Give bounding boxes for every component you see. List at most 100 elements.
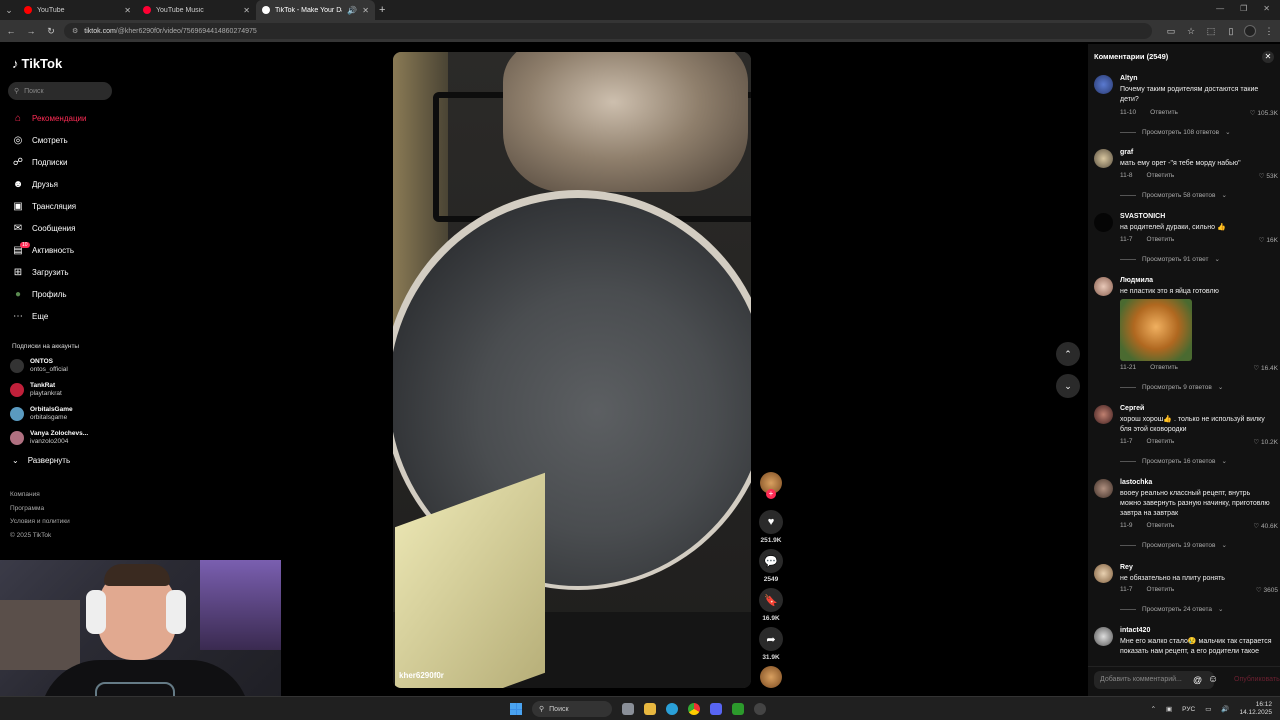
comment-likes[interactable]: ♡ 105.3K xyxy=(1250,109,1278,117)
mention-icon[interactable]: @ xyxy=(1193,675,1202,685)
bookmark-star-icon[interactable]: ☆ xyxy=(1184,26,1198,37)
nav-item-upload[interactable]: ⊞ Загрузить xyxy=(12,267,69,278)
video-author[interactable]: kher6290f0r xyxy=(399,671,444,680)
reply-button[interactable]: Ответить xyxy=(1147,586,1175,593)
account-item-orbitalsgame[interactable]: OrbitalsGame orbitalsgame xyxy=(10,406,73,422)
nav-item-explore[interactable]: ◎ Смотреть xyxy=(12,135,68,146)
clock[interactable]: 16:12 14.12.2025 xyxy=(1239,701,1272,717)
comment-likes[interactable]: ♡ 3605 xyxy=(1256,586,1278,594)
view-replies-button[interactable]: Просмотреть 58 ответов ⌄ xyxy=(1120,191,1227,199)
footer-program-link[interactable]: Программа xyxy=(10,502,70,516)
comment-likes[interactable]: ♡ 16.4K xyxy=(1253,364,1278,372)
cast-icon[interactable]: ▭ xyxy=(1164,26,1178,37)
reply-button[interactable]: Ответить xyxy=(1147,236,1175,243)
site-info-icon[interactable]: ⚙ xyxy=(72,27,78,35)
minimize-icon[interactable]: — xyxy=(1216,4,1224,13)
nav-item-more[interactable]: ⋯ Еще xyxy=(12,311,48,322)
footer-company-link[interactable]: Компания xyxy=(10,488,70,502)
comment-user[interactable]: Rey xyxy=(1120,564,1133,571)
extensions-icon[interactable]: ⬚ xyxy=(1204,26,1218,37)
nav-item-messages[interactable]: ✉ Сообщения xyxy=(12,223,76,234)
avatar[interactable] xyxy=(1094,479,1113,498)
search-input[interactable]: ⚲ Поиск xyxy=(8,82,112,100)
nav-item-profile[interactable]: ● Профиль xyxy=(12,289,67,300)
nav-item-activity[interactable]: ▤ 10 Активность xyxy=(12,242,74,256)
tray-chevron-up-icon[interactable]: ⌃ xyxy=(1151,705,1156,713)
comment-image[interactable] xyxy=(1120,299,1192,361)
reply-button[interactable]: Ответить xyxy=(1147,172,1175,179)
comment-likes[interactable]: ♡ 16K xyxy=(1259,236,1278,244)
comment-likes[interactable]: ♡ 53K xyxy=(1259,172,1278,180)
tab-youtube-music[interactable]: YouTube Music ✕ xyxy=(137,0,256,20)
expand-accounts-button[interactable]: ⌄ Развернуть xyxy=(12,456,70,465)
nav-item-live[interactable]: ▣ Трансляция xyxy=(12,201,76,212)
obs-icon[interactable] xyxy=(754,703,766,715)
comment-user[interactable]: intact420 xyxy=(1120,627,1150,634)
file-explorer-icon[interactable] xyxy=(644,703,656,715)
new-tab-icon[interactable]: + xyxy=(379,4,385,16)
video-player[interactable]: kher6290f0r xyxy=(393,52,751,688)
footer-terms-link[interactable]: Условия и политики xyxy=(10,515,70,529)
avatar[interactable] xyxy=(1094,149,1113,168)
task-view-icon[interactable] xyxy=(622,703,634,715)
comment-user[interactable]: lastochka xyxy=(1120,479,1152,486)
nav-item-friends[interactable]: ☻ Друзья xyxy=(12,179,58,190)
like-button[interactable]: ♥ xyxy=(759,510,783,534)
view-replies-button[interactable]: Просмотреть 16 ответов ⌄ xyxy=(1120,457,1227,465)
maximize-icon[interactable]: ❐ xyxy=(1240,4,1247,13)
comment-user[interactable]: Altyn xyxy=(1120,75,1138,82)
account-item-vanya[interactable]: Vanya Zolochevs... ivanzolo2004 xyxy=(10,430,88,446)
reply-button[interactable]: Ответить xyxy=(1147,522,1175,529)
tab-youtube[interactable]: YouTube ✕ xyxy=(18,0,137,20)
reply-button[interactable]: Ответить xyxy=(1147,438,1175,445)
tab-tiktok[interactable]: TikTok - Make Your Day 🔊 ✕ xyxy=(256,0,375,20)
avatar[interactable] xyxy=(1094,564,1113,583)
view-replies-button[interactable]: Просмотреть 9 ответов ⌄ xyxy=(1120,383,1223,391)
tiktok-logo[interactable]: ♪ TikTok xyxy=(12,56,62,71)
nav-item-following[interactable]: ☍ Подписки xyxy=(12,157,68,168)
forward-icon[interactable]: → xyxy=(24,26,38,36)
taskbar-search[interactable]: ⚲ Поиск xyxy=(532,701,612,717)
account-item-tankrat[interactable]: TankRat playtankrat xyxy=(10,382,62,398)
post-comment-button[interactable]: Опубликовать xyxy=(1234,676,1280,683)
tab-search-icon[interactable]: ⌄ xyxy=(0,5,18,16)
chrome-icon[interactable] xyxy=(688,703,700,715)
comment-user[interactable]: SVASTONICH xyxy=(1120,213,1165,220)
view-replies-button[interactable]: Просмотреть 24 ответа ⌄ xyxy=(1120,605,1224,613)
sidepanel-icon[interactable]: ▯ xyxy=(1224,26,1238,37)
emoji-icon[interactable]: ☺ xyxy=(1208,674,1218,685)
follow-plus-icon[interactable]: + xyxy=(766,489,776,499)
account-item-ontos[interactable]: ONTOS ontos_official xyxy=(10,358,68,374)
volume-icon[interactable]: 🔊 xyxy=(1221,705,1229,713)
nav-item-recommendations[interactable]: ⌂ Рекомендации xyxy=(12,113,87,124)
url-field[interactable]: ⚙ tiktok.com/@kher6290f0r/video/75696944… xyxy=(64,23,1152,39)
avatar[interactable] xyxy=(1094,75,1113,94)
comment-likes[interactable]: ♡ 10.2K xyxy=(1253,438,1278,446)
next-video-button[interactable]: ⌄ xyxy=(1056,374,1080,398)
close-comments-button[interactable]: ✕ xyxy=(1262,51,1274,63)
view-replies-button[interactable]: Просмотреть 19 ответов ⌄ xyxy=(1120,541,1227,549)
discord-icon[interactable] xyxy=(710,703,722,715)
comment-button[interactable]: 💬 xyxy=(759,549,783,573)
comment-user[interactable]: graf xyxy=(1120,149,1133,156)
view-replies-button[interactable]: Просмотреть 108 ответов ⌄ xyxy=(1120,128,1231,136)
windows-start-icon[interactable] xyxy=(510,703,522,715)
comment-likes[interactable]: ♡ 40.6K xyxy=(1253,522,1278,530)
comment-user[interactable]: Людмила xyxy=(1120,277,1153,284)
avatar[interactable] xyxy=(1094,405,1113,424)
avatar[interactable] xyxy=(1094,277,1113,296)
sound-disc-icon[interactable] xyxy=(760,666,782,688)
avatar[interactable] xyxy=(1094,213,1113,232)
share-button[interactable]: ➦ xyxy=(759,627,783,651)
avatar[interactable] xyxy=(1094,627,1113,646)
previous-video-button[interactable]: ⌃ xyxy=(1056,342,1080,366)
xbox-icon[interactable] xyxy=(732,703,744,715)
tray-app-icon[interactable]: ▣ xyxy=(1166,705,1172,713)
close-tab-icon[interactable]: ✕ xyxy=(124,6,131,15)
view-replies-button[interactable]: Просмотреть 91 ответ ⌄ xyxy=(1120,255,1220,263)
reply-button[interactable]: Ответить xyxy=(1150,109,1178,116)
save-button[interactable]: 🔖 xyxy=(759,588,783,612)
language-indicator[interactable]: РУС xyxy=(1182,706,1195,713)
menu-icon[interactable]: ⋮ xyxy=(1262,26,1276,37)
telegram-icon[interactable] xyxy=(666,703,678,715)
